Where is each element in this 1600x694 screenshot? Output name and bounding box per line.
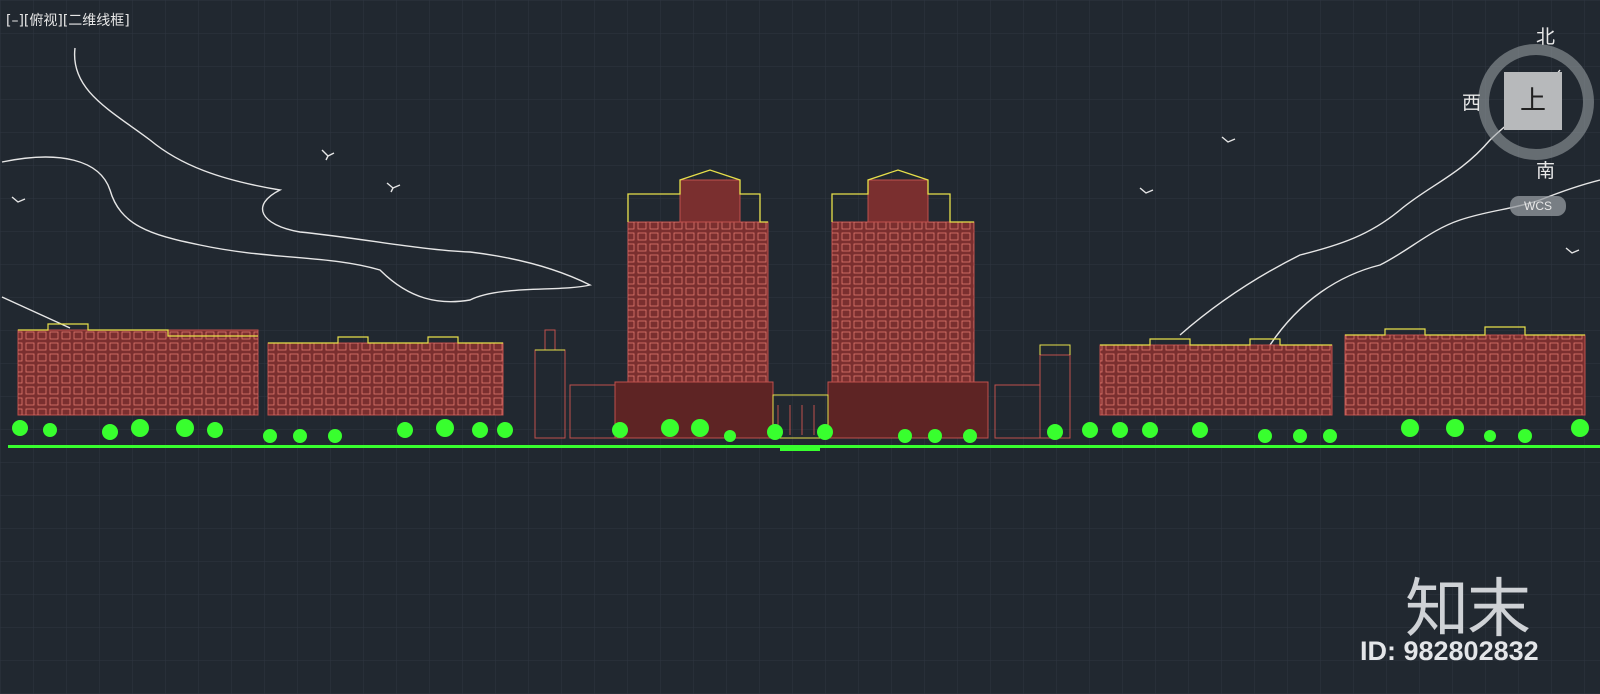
right-building-block-2	[1344, 326, 1586, 416]
viewcube-south[interactable]: 南	[1536, 156, 1555, 183]
watermark-id: ID: 982802832	[1360, 636, 1539, 666]
wcs-menu-button[interactable]: WCS	[1510, 196, 1566, 216]
right-building-block-1	[1099, 338, 1333, 416]
viewcube-top-face[interactable]: 上	[1504, 72, 1562, 130]
left-building-block-2	[267, 336, 504, 416]
drawing-canvas[interactable]	[0, 0, 1600, 694]
left-building-block-1	[17, 323, 259, 416]
viewcube[interactable]: 北 西 南 上 WCS	[1462, 20, 1600, 220]
viewcube-north[interactable]: 北	[1536, 22, 1555, 49]
viewcube-west[interactable]: 西	[1462, 88, 1481, 115]
viewport-controls-label[interactable]: [–][俯视][二维线框]	[6, 10, 130, 30]
